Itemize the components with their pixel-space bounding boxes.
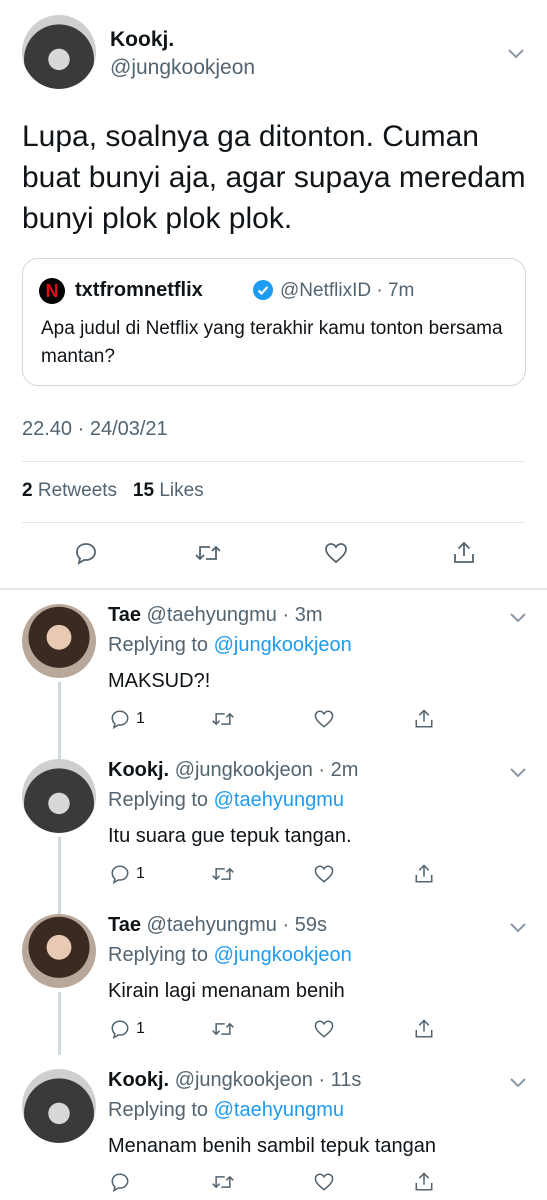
reply-tweet[interactable]: Kookj. @jungkookjeon · 11s Replying to @… (0, 1055, 547, 1200)
replying-to: Replying to @taehyungmu (108, 789, 345, 811)
share-icon[interactable] (412, 1014, 436, 1044)
reply-icon[interactable] (72, 538, 100, 568)
thread-line (58, 900, 61, 914)
reply-icon[interactable]: 1 (108, 1014, 145, 1044)
author-handle[interactable]: @jungkookjeon (110, 56, 255, 80)
share-icon[interactable] (412, 859, 436, 889)
retweet-icon[interactable] (210, 859, 236, 889)
chevron-down-icon[interactable] (508, 46, 524, 60)
heart-icon[interactable] (312, 1014, 336, 1044)
reply-icon[interactable]: 1 (108, 704, 145, 734)
like-count[interactable]: 15 Likes (133, 480, 204, 501)
reply-tweet[interactable]: Tae @taehyungmu · 3m Replying to @jungko… (0, 590, 547, 745)
avatar[interactable] (22, 1069, 96, 1143)
netflix-logo-icon: N (39, 278, 65, 304)
reply-author-name[interactable]: Tae (108, 604, 141, 626)
retweet-icon[interactable] (210, 704, 236, 734)
heart-icon[interactable] (312, 1167, 336, 1197)
verified-badge-icon (252, 279, 274, 301)
reply-header: Tae @taehyungmu · 59s (108, 914, 327, 937)
chevron-down-icon[interactable] (510, 765, 526, 779)
avatar[interactable] (22, 604, 96, 678)
reply-text: Menanam benih sambil tepuk tangan (108, 1135, 436, 1157)
share-icon[interactable] (412, 1167, 436, 1197)
reply-count: 1 (136, 1020, 145, 1037)
retweet-icon[interactable] (210, 1167, 236, 1197)
quoted-author-name: txtfromnetflix (75, 279, 203, 301)
reply-header: Kookj. @jungkookjeon · 2m (108, 759, 358, 782)
reply-count: 1 (136, 710, 145, 727)
main-tweet-actions (0, 538, 547, 578)
reply-actions: 1 (0, 704, 547, 744)
reply-handle-time: @taehyungmu · 59s (146, 914, 327, 936)
reply-author-name[interactable]: Tae (108, 914, 141, 936)
reply-header: Tae @taehyungmu · 3m (108, 604, 322, 627)
thread-line (58, 745, 61, 759)
chevron-down-icon[interactable] (510, 1075, 526, 1089)
tweet-timestamp[interactable]: 22.40 · 24/03/21 (22, 418, 168, 441)
chevron-down-icon[interactable] (510, 920, 526, 934)
heart-icon[interactable] (312, 859, 336, 889)
avatar[interactable] (22, 759, 96, 833)
reply-tweet[interactable]: Kookj. @jungkookjeon · 2m Replying to @t… (0, 745, 547, 900)
reply-handle-time: @taehyungmu · 3m (146, 604, 323, 626)
avatar[interactable] (22, 914, 96, 988)
retweet-count[interactable]: 2 Retweets (22, 480, 117, 501)
chevron-down-icon[interactable] (510, 610, 526, 624)
divider (22, 461, 525, 462)
reply-tweet[interactable]: Tae @taehyungmu · 59s Replying to @jungk… (0, 900, 547, 1055)
retweet-icon[interactable] (193, 538, 223, 568)
heart-icon[interactable] (322, 538, 350, 568)
reply-handle-time: @jungkookjeon · 11s (174, 1069, 362, 1091)
reply-icon[interactable]: 1 (108, 859, 145, 889)
reply-actions: 1 (0, 859, 547, 899)
replying-to: Replying to @jungkookjeon (108, 634, 352, 656)
mention-link[interactable]: @jungkookjeon (214, 944, 352, 966)
divider (22, 522, 525, 523)
replying-to: Replying to @taehyungmu (108, 1099, 345, 1121)
author-display-name[interactable]: Kookj. (110, 28, 174, 52)
reply-actions: 1 (0, 1014, 547, 1054)
reply-author-name[interactable]: Kookj. (108, 1069, 169, 1091)
quoted-author-handle-time: @NetflixID · 7m (280, 280, 415, 301)
reply-text: MAKSUD?! (108, 670, 211, 692)
replying-to: Replying to @jungkookjeon (108, 944, 352, 966)
mention-link[interactable]: @taehyungmu (214, 1099, 344, 1121)
tweet-text: Lupa, soalnya ga ditonton. Cuman buat bu… (22, 120, 526, 235)
reply-handle-time: @jungkookjeon · 2m (174, 759, 359, 781)
reply-text: Itu suara gue tepuk tangan. (108, 825, 352, 847)
reply-count: 1 (136, 865, 145, 882)
reply-author-name[interactable]: Kookj. (108, 759, 169, 781)
retweet-icon[interactable] (210, 1014, 236, 1044)
quoted-tweet-text: Apa judul di Netflix yang terakhir kamu … (41, 318, 503, 367)
share-icon[interactable] (450, 538, 478, 568)
reply-header: Kookj. @jungkookjeon · 11s (108, 1069, 361, 1092)
mention-link[interactable]: @jungkookjeon (214, 634, 352, 656)
main-tweet: Kookj. @jungkookjeon Lupa, soalnya ga di… (0, 0, 547, 590)
heart-icon[interactable] (312, 704, 336, 734)
tweet-stats: 2 Retweets 15 Likes (22, 480, 204, 502)
share-icon[interactable] (412, 704, 436, 734)
avatar[interactable] (22, 15, 96, 89)
reply-actions (0, 1167, 547, 1200)
reply-text: Kirain lagi menanam benih (108, 980, 345, 1002)
quoted-tweet[interactable]: N txtfromnetflix @NetflixID · 7m Apa jud… (22, 258, 526, 386)
reply-icon[interactable] (108, 1167, 136, 1197)
mention-link[interactable]: @taehyungmu (214, 789, 344, 811)
